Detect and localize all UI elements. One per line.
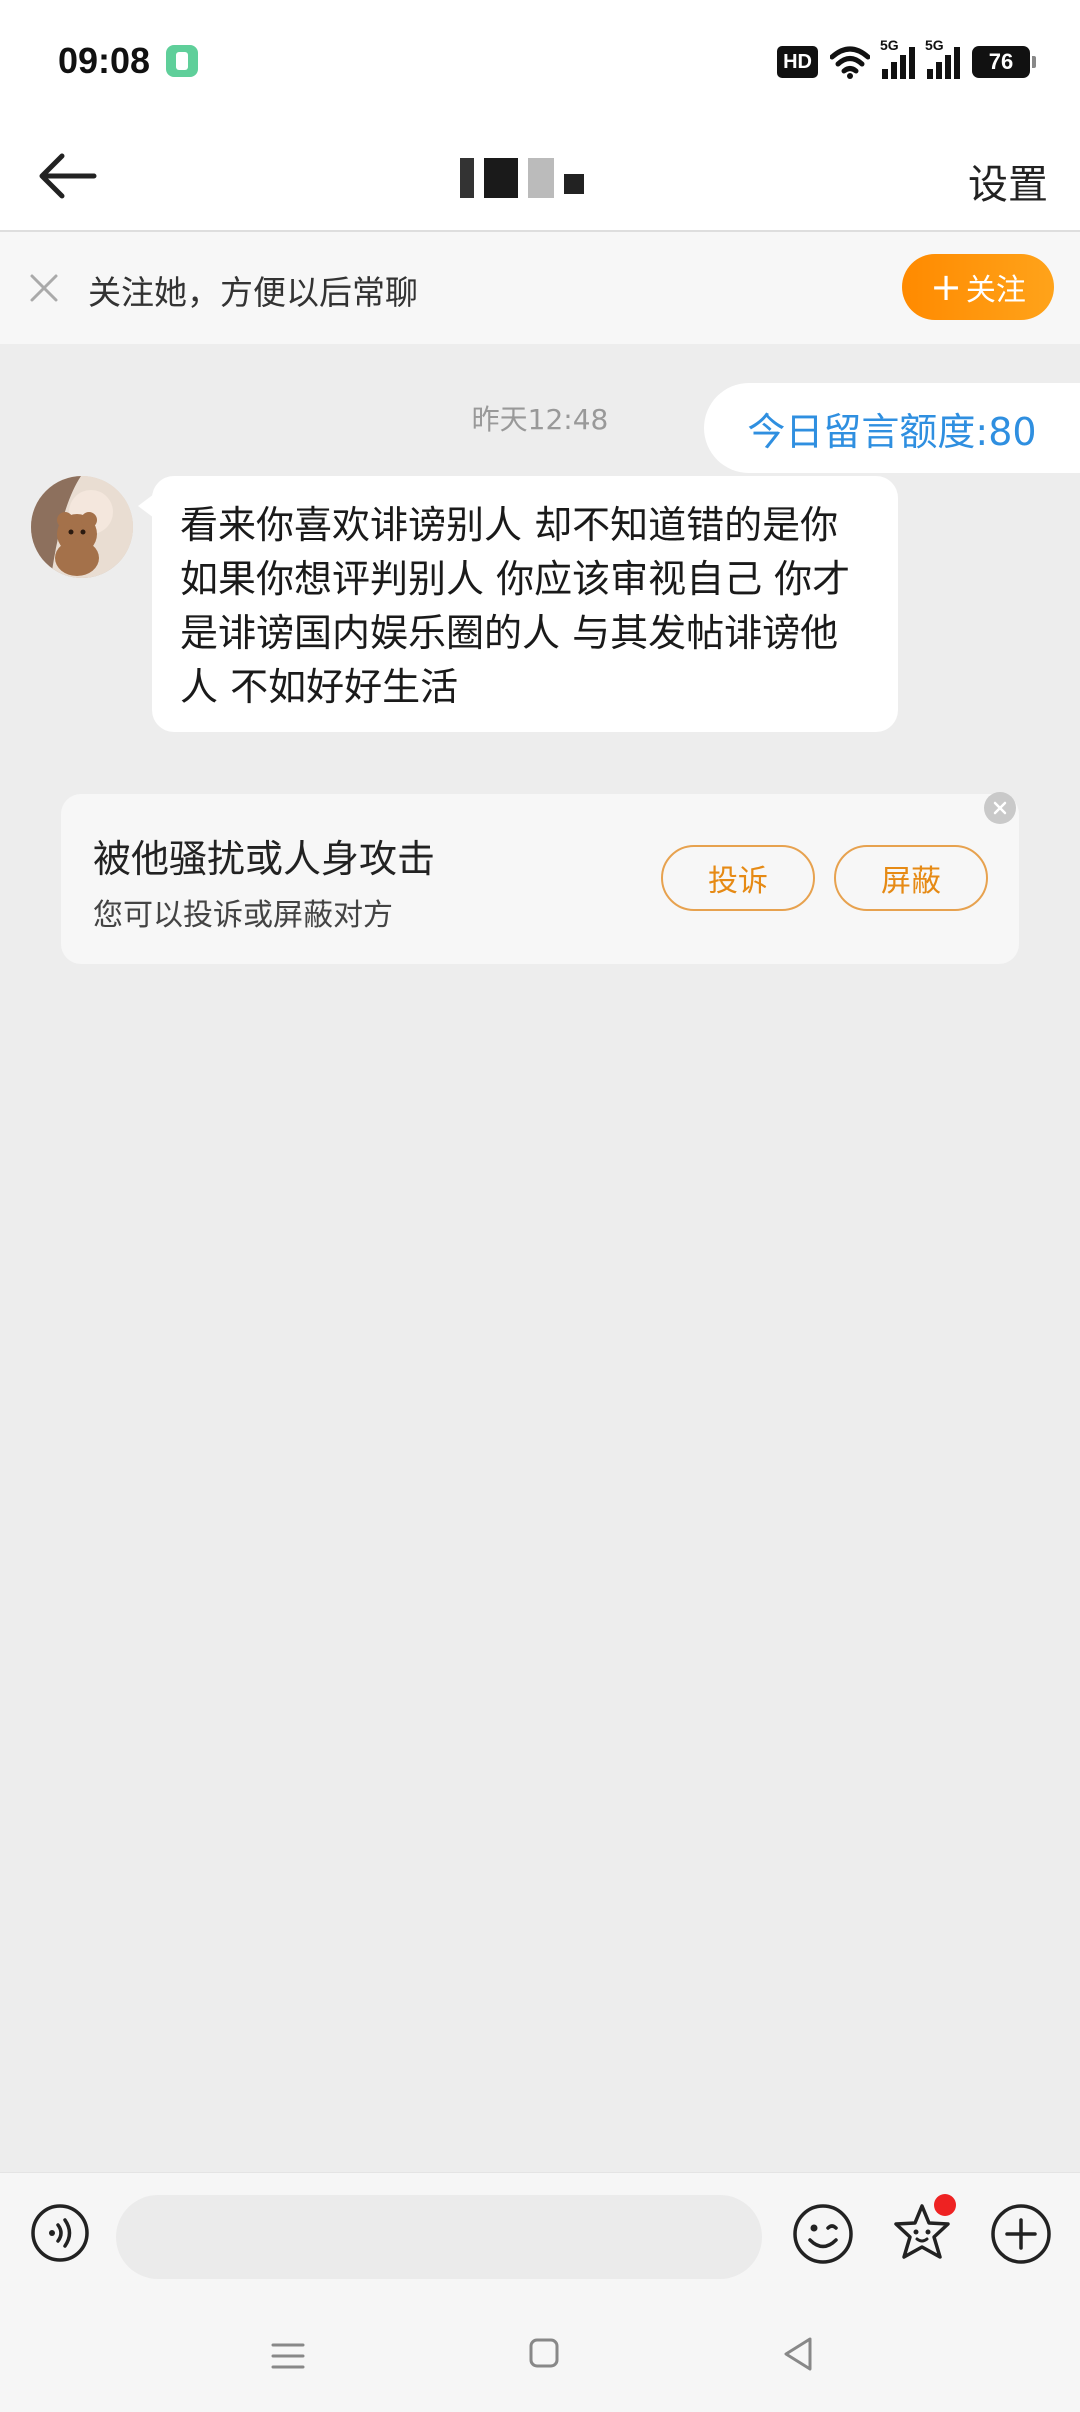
follow-button[interactable]: + 关注 [902,254,1054,320]
message-timestamp: 昨天12:48 [471,403,609,436]
report-button[interactable]: 投诉 [661,845,815,911]
back-button[interactable] [36,148,100,204]
avatar-image [31,476,133,578]
status-bar: 09:08 HD 5G 5G 76 [0,0,1080,120]
avatar[interactable] [31,476,133,578]
harassment-notice-card: 被他骚扰或人身攻击 您可以投诉或屏蔽对方 投诉 屏蔽 [61,792,1019,964]
follow-banner: 关注她，方便以后常聊 + 关注 [0,232,1080,344]
home-button[interactable] [527,2336,561,2370]
emoji-button[interactable] [792,2203,854,2265]
follow-prompt-text: 关注她，方便以后常聊 [88,273,418,312]
close-notice-button[interactable] [984,792,1016,824]
wifi-icon [830,46,870,79]
incoming-message-bubble[interactable]: 看来你喜欢诽谤别人 却不知道错的是你 如果你想评判别人 你应该审视自己 你才是诽… [138,476,898,732]
follow-button-label: 关注 [965,273,1026,308]
back-arrow-icon [39,153,97,199]
notice-subtitle: 您可以投诉或屏蔽对方 [93,898,393,933]
more-button[interactable] [990,2203,1052,2265]
system-back-button[interactable] [780,2334,816,2374]
signal-icon-2: 5G [925,37,960,79]
system-nav-bar [0,2302,1080,2412]
app-notification-icon [166,45,198,77]
nav-back-icon [784,2337,812,2371]
block-button[interactable]: 屏蔽 [834,845,988,911]
plus-icon [991,2204,1051,2264]
hd-icon: HD [777,46,818,78]
title-bar: 设置 [0,120,1080,232]
plus-icon: + [930,265,962,309]
sticker-notification-dot [934,2194,956,2216]
message-input[interactable] [116,2195,762,2279]
voice-button[interactable] [30,2203,90,2263]
status-time: 09:08 [58,40,151,81]
close-icon [993,801,1007,815]
signal-icon-1: 5G [880,37,915,79]
voice-icon [31,2204,89,2262]
notice-title: 被他骚扰或人身攻击 [93,837,436,881]
home-icon [529,2338,559,2368]
recent-apps-button[interactable] [270,2338,306,2374]
contact-name-redacted [460,150,640,206]
input-bar [0,2172,1080,2302]
status-icons: HD 5G 5G 76 [777,37,1036,82]
settings-button[interactable]: 设置 [968,152,1048,210]
dismiss-follow-button[interactable] [26,270,62,306]
battery-icon: 76 [972,46,1036,78]
menu-icon [271,2343,305,2369]
close-icon [30,274,58,302]
emoji-icon [793,2204,853,2264]
message-quota-badge[interactable]: 今日留言额度:80 [704,383,1080,473]
